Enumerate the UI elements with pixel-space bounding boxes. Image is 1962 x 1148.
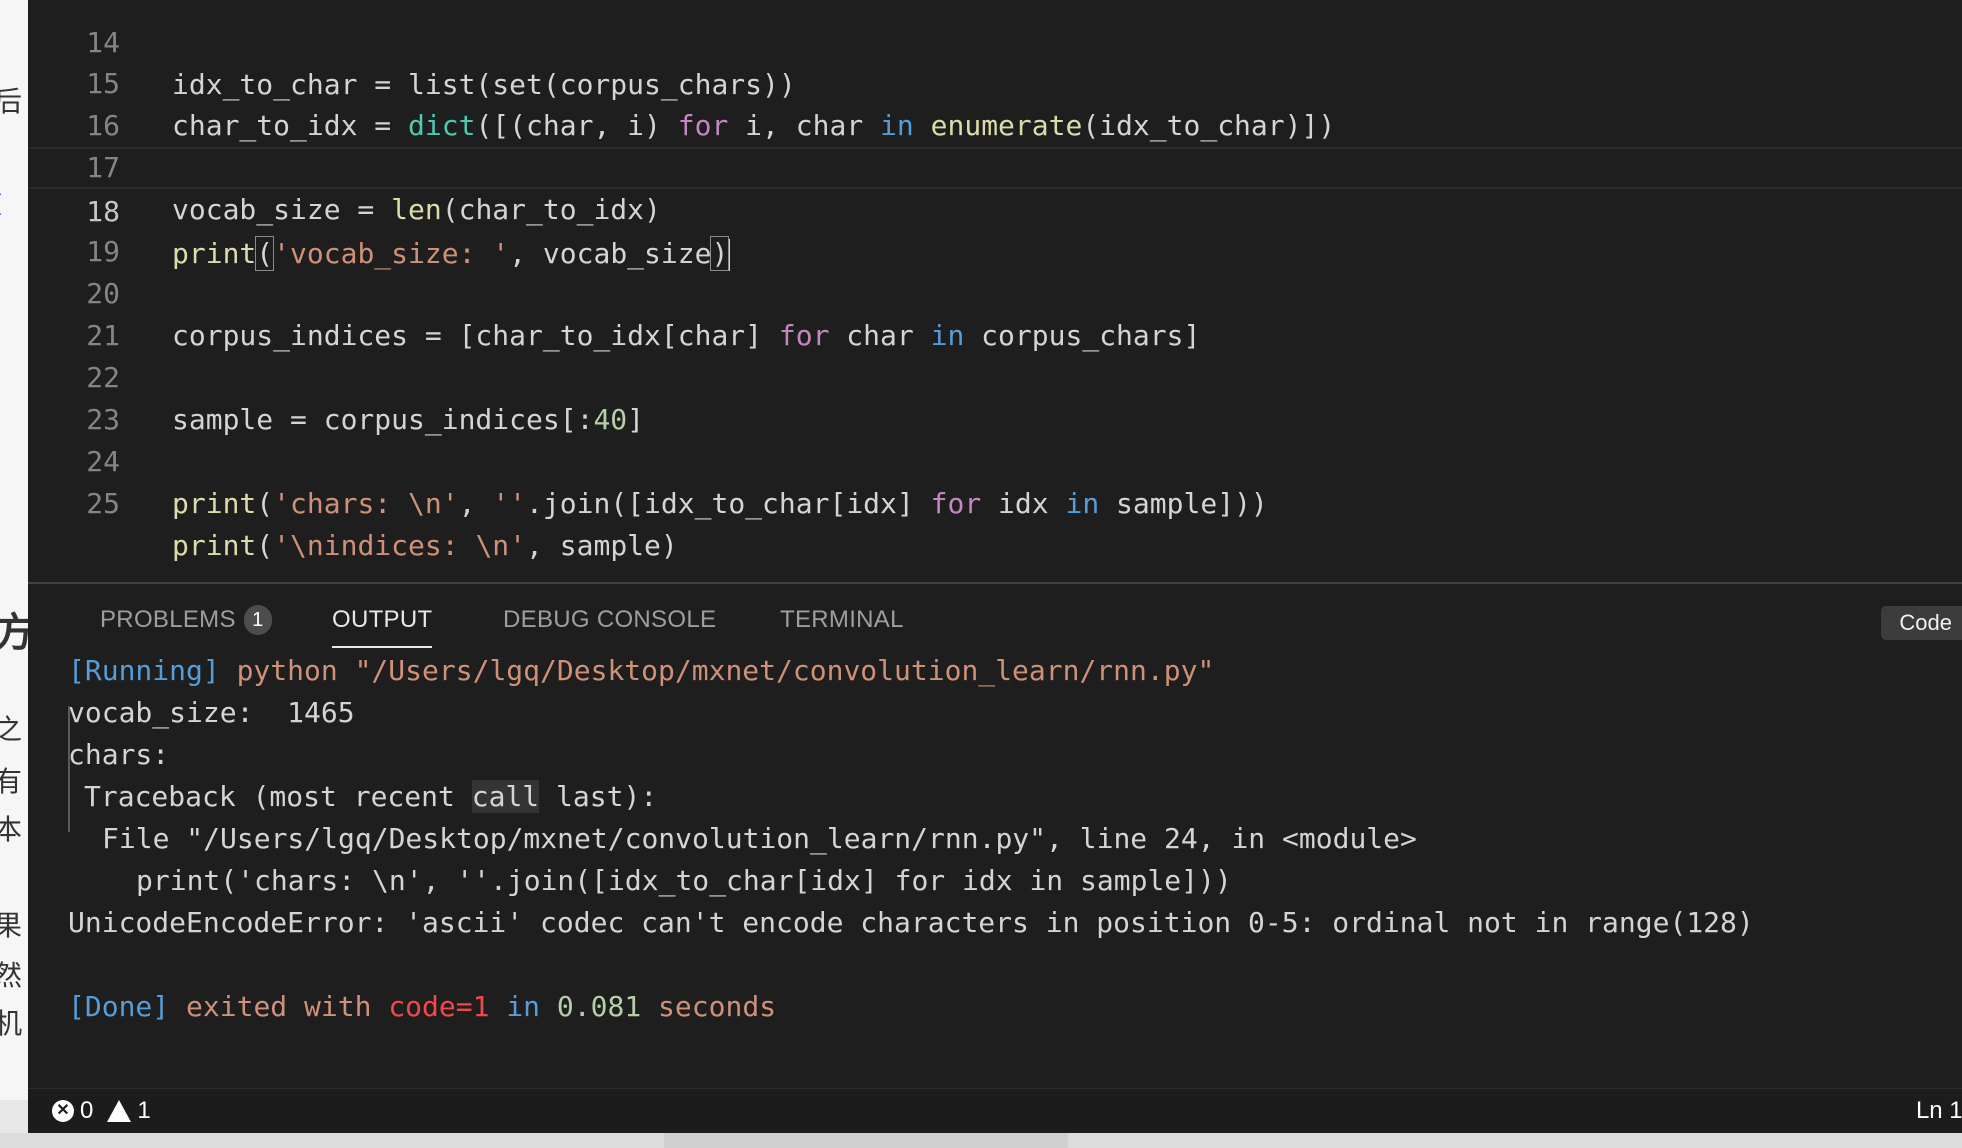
- line-code[interactable]: print('\nindices: \n', sample): [172, 525, 678, 567]
- bg-glyph: 有: [0, 765, 23, 798]
- output-line: [Done] exited with code=1 in 0.081 secon…: [68, 990, 777, 1023]
- code-line[interactable]: 23: [28, 357, 1962, 436]
- code-line[interactable]: 16: [28, 63, 1962, 142]
- code-editor[interactable]: 14 idx_to_char = list(set(corpus_chars))…: [28, 0, 1962, 582]
- bg-glyph: 本: [0, 813, 23, 846]
- warning-count: 1: [137, 1097, 151, 1124]
- code-line[interactable]: 14 idx_to_char = list(set(corpus_chars)): [28, 0, 1962, 101]
- output-line: vocab_size: 1465: [68, 696, 355, 729]
- tab-output[interactable]: OUTPUT: [332, 602, 433, 648]
- bottom-panel: PROBLEMS 1 OUTPUT DEBUG CONSOLE TERMINAL …: [28, 582, 1962, 1090]
- traceback-indent-guide: [68, 706, 70, 832]
- background-window-strip: [0, 1133, 1962, 1148]
- cursor-position[interactable]: Ln 18: [1916, 1097, 1962, 1125]
- tab-debug-console[interactable]: DEBUG CONSOLE: [503, 602, 716, 646]
- bg-glyph: 后: [0, 85, 23, 118]
- problems-status[interactable]: ✕ 0 1: [52, 1097, 151, 1125]
- output-line: UnicodeEncodeError: 'ascii' codec can't …: [68, 906, 1754, 939]
- code-line[interactable]: 17 vocab_size = len(char_to_idx): [28, 105, 1962, 226]
- output-line: File "/Users/lgq/Desktop/mxnet/convoluti…: [102, 822, 1417, 855]
- code-line[interactable]: 19: [28, 189, 1962, 268]
- bg-glyph: 然: [0, 959, 23, 992]
- code-line[interactable]: 25 print('\nindices: \n', sample): [28, 441, 1962, 562]
- warning-icon: [107, 1100, 132, 1122]
- error-count: 0: [80, 1097, 94, 1124]
- bg-glyph: [: [0, 190, 3, 218]
- line-code[interactable]: print('chars: \n', ''.join([idx_to_char[…: [172, 483, 1268, 525]
- tab-terminal[interactable]: TERMINAL: [780, 602, 904, 646]
- problems-count-badge: 1: [243, 605, 272, 635]
- code-line[interactable]: 21: [28, 273, 1962, 352]
- output-channel-select[interactable]: Code: [1881, 606, 1962, 640]
- background-window-segment: [664, 1133, 1068, 1148]
- output-line: chars:: [68, 738, 170, 771]
- line-number: 25: [86, 487, 120, 520]
- code-line[interactable]: 24 print('chars: \n', ''.join([idx_to_ch…: [28, 399, 1962, 520]
- bg-glyph: 之: [0, 713, 23, 746]
- bg-glyph: 机: [0, 1007, 23, 1040]
- error-icon: ✕: [52, 1100, 74, 1122]
- output-line: print('chars: \n', ''.join([idx_to_char[…: [136, 864, 1232, 897]
- status-bar: ✕ 0 1 Ln 18: [28, 1088, 1962, 1133]
- code-line[interactable]: 15 char_to_idx = dict([(char, i) for i, …: [28, 21, 1962, 142]
- code-line[interactable]: 22 sample = corpus_indices[:40]: [28, 315, 1962, 436]
- output-line: Traceback (most recent call last):: [84, 780, 658, 813]
- output-line: [Running] python "/Users/lgq/Desktop/mxn…: [68, 654, 1215, 687]
- code-line-current[interactable]: 18 print('vocab_size: ', vocab_size): [28, 147, 1962, 271]
- tab-problems[interactable]: PROBLEMS 1: [100, 602, 272, 646]
- panel-tabs: PROBLEMS 1 OUTPUT DEBUG CONSOLE TERMINAL …: [28, 584, 1962, 650]
- vscode-window: 14 idx_to_char = list(set(corpus_chars))…: [28, 0, 1962, 1133]
- bg-glyph: 果: [0, 909, 23, 942]
- code-line[interactable]: 20 corpus_indices = [char_to_idx[char] f…: [28, 231, 1962, 352]
